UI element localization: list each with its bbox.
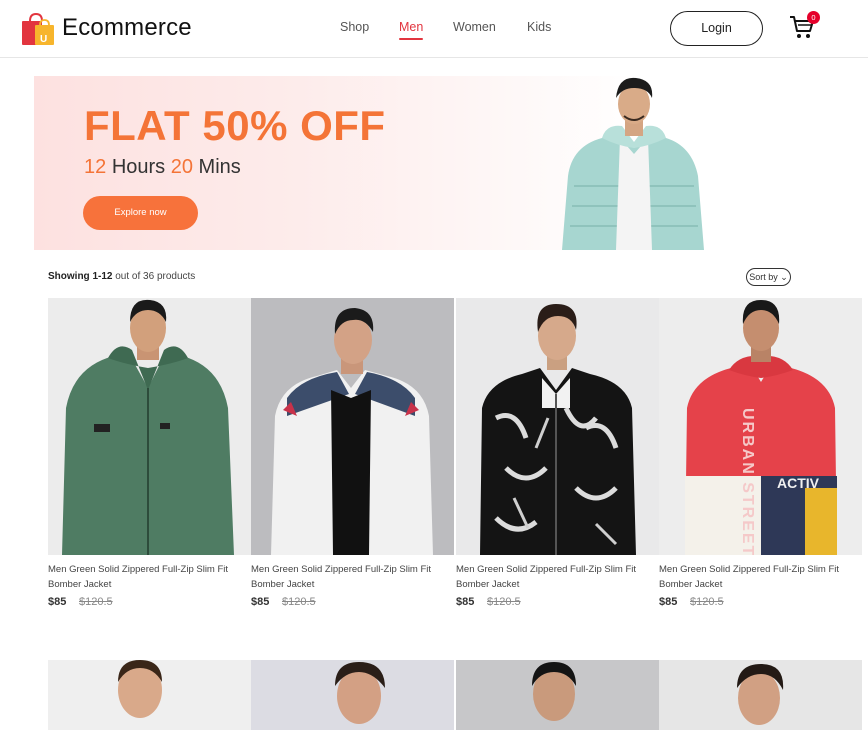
results-suffix: out of 36 products [115,271,196,282]
product-card[interactable] [659,660,862,730]
product-image [48,298,251,555]
product-card[interactable] [251,660,454,730]
svg-text:URBAN STREET: URBAN STREET [739,408,756,555]
product-card[interactable] [456,660,659,730]
product-image [251,660,454,730]
nav-men[interactable]: Men [399,20,424,40]
nav-women[interactable]: Women [453,20,496,34]
product-card[interactable]: URBAN STREET ACTIV Men Green Solid Zippe… [659,298,862,618]
product-image [659,660,862,730]
product-old-price: $120.5 [282,596,316,608]
shopping-bag-icon[interactable]: U [20,11,56,47]
product-old-price: $120.5 [79,596,113,608]
svg-text:ACTIV: ACTIV [777,475,820,491]
product-image [48,660,251,730]
product-image [456,298,659,555]
product-image [251,298,454,555]
cart-count-badge: 0 [807,11,820,24]
promo-timer: 12 Hours 20 Mins [84,156,241,179]
chevron-down-icon: ⌄ [780,272,788,282]
sort-by-button[interactable]: Sort by ⌄ [746,268,791,286]
results-range: 1-12 [92,271,113,282]
product-card[interactable]: Men Green Solid Zippered Full-Zip Slim F… [456,298,659,618]
product-name: Men Green Solid Zippered Full-Zip Slim F… [48,564,229,590]
product-old-price: $120.5 [487,596,521,608]
product-price: $85 [48,596,67,608]
product-name: Men Green Solid Zippered Full-Zip Slim F… [251,564,432,590]
brand-name[interactable]: Ecommerce [62,14,192,42]
sort-by-label: Sort by [749,272,778,282]
timer-hours-label: Hours [111,156,166,178]
product-name: Men Green Solid Zippered Full-Zip Slim F… [456,564,637,590]
banner-model-image [562,77,704,250]
promo-title: FLAT 50% OFF [84,102,386,149]
product-price: $85 [659,596,678,608]
timer-mins-label: Mins [198,156,241,178]
product-card[interactable]: Men Green Solid Zippered Full-Zip Slim F… [48,298,251,618]
nav-men-label: Men [399,20,424,34]
timer-mins: 20 [170,156,193,178]
product-price: $85 [456,596,475,608]
product-name: Men Green Solid Zippered Full-Zip Slim F… [659,564,840,590]
results-prefix: Showing [48,271,90,282]
promo-banner: FLAT 50% OFF 12 Hours 20 Mins Explore no… [34,76,794,250]
product-image [456,660,659,730]
active-nav-indicator [399,38,424,40]
login-button[interactable]: Login [670,11,763,46]
timer-hours: 12 [84,156,107,178]
site-header: U Ecommerce Shop Men Women Kids Login 0 [0,0,868,58]
explore-now-button[interactable]: Explore now [83,196,198,230]
product-old-price: $120.5 [690,596,724,608]
product-image: URBAN STREET ACTIV [659,298,862,555]
svg-text:U: U [40,34,47,45]
product-price: $85 [251,596,270,608]
results-count: Showing 1-12 out of 36 products [48,271,195,282]
product-card[interactable]: Men Green Solid Zippered Full-Zip Slim F… [251,298,454,618]
product-card[interactable] [48,660,251,730]
nav-shop[interactable]: Shop [340,20,369,34]
nav-kids[interactable]: Kids [527,20,551,34]
